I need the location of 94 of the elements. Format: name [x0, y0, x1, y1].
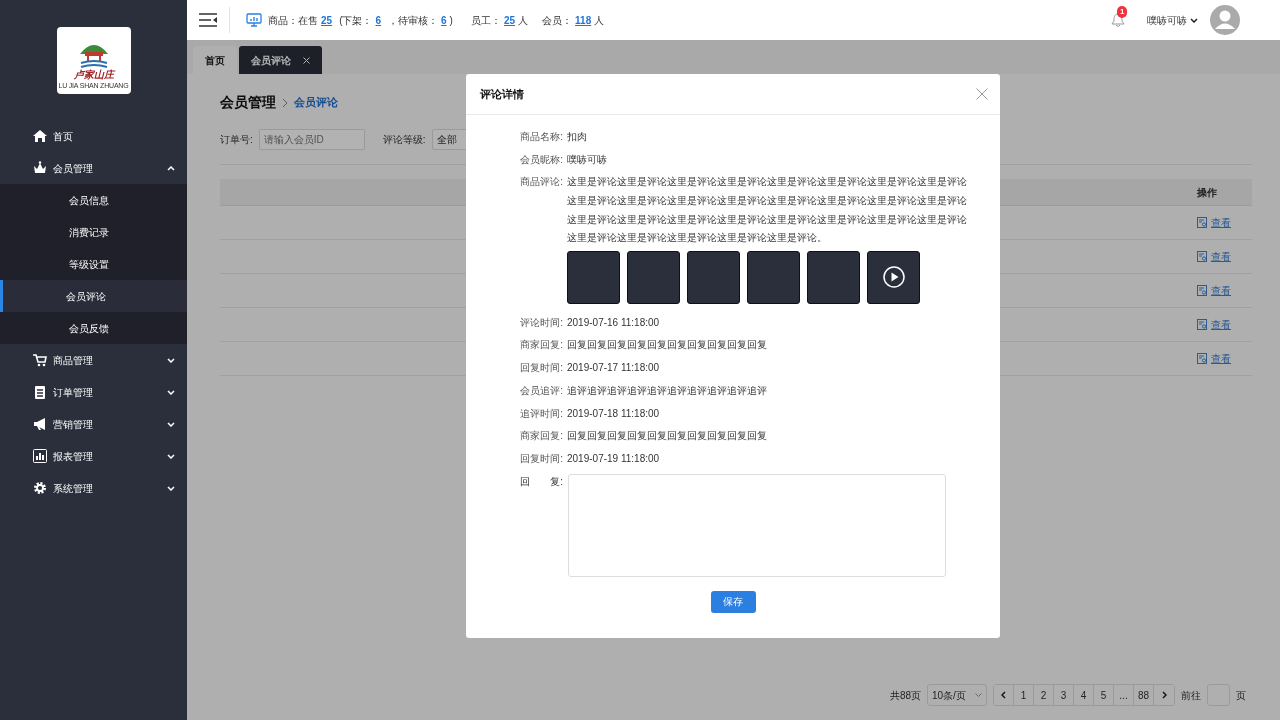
crown-icon: [33, 161, 47, 175]
field-value: 回复回复回复回复回复回复回复回复回复回复: [567, 430, 767, 442]
image-thumbnail[interactable]: [747, 250, 800, 304]
field-label: 追评时间:: [519, 406, 563, 421]
stat-label: 会员：: [542, 14, 573, 26]
avatar-icon: [1210, 5, 1240, 35]
tab[interactable]: 会员评论: [239, 46, 322, 74]
menu-item[interactable]: 系统管理: [0, 472, 187, 504]
stat-link[interactable]: 25: [503, 14, 516, 26]
goto-label: 前往: [1181, 688, 1201, 703]
stat-label: 商品：在售: [268, 14, 318, 26]
play-icon: [882, 266, 905, 289]
field-label: 回 复:: [519, 474, 563, 489]
document-search-icon: [1197, 251, 1208, 262]
field-label: 商品名称:: [519, 130, 563, 144]
field-label: 商家回复:: [519, 429, 563, 444]
field-label: 商品评论:: [519, 175, 563, 190]
document-search-icon: [1197, 319, 1208, 330]
user-name[interactable]: 噗哧可哧: [1147, 12, 1187, 28]
field-value: 2019-07-18 11:18:00: [567, 407, 660, 419]
menu-item[interactable]: 会员管理: [0, 152, 187, 184]
menu-item[interactable]: 订单管理: [0, 376, 187, 408]
field-value: 扣肉: [567, 131, 587, 142]
stat-link[interactable]: 6: [441, 14, 447, 26]
logo-title: 卢家山庄: [73, 70, 114, 80]
video-thumbnail[interactable]: [867, 250, 920, 304]
filter-label: 评论等级:: [382, 133, 426, 147]
stat-link[interactable]: 25: [321, 14, 333, 26]
field-value: 2019-07-16 11:18:00: [567, 316, 660, 328]
field-label: 会员追评:: [519, 383, 563, 398]
field-value: 2019-07-17 11:18:00: [567, 362, 660, 374]
close-icon: [976, 88, 988, 100]
field-label: 回复时间:: [519, 451, 563, 466]
menu-item[interactable]: 首页: [0, 120, 187, 152]
submenu-item[interactable]: 会员信息: [0, 184, 187, 216]
breadcrumb-link[interactable]: 会员评论: [294, 94, 338, 111]
menu-item[interactable]: 报表管理: [0, 440, 187, 472]
stat-suffix: 人: [594, 14, 605, 26]
document-search-icon: [1197, 217, 1208, 228]
chevron-right-icon: [282, 97, 288, 108]
field-value: 2019-07-19 11:18:00: [567, 452, 660, 464]
goto-suffix: 页: [1236, 688, 1246, 703]
stat-label: ，待审核：: [388, 14, 439, 26]
stat-suffix: 人: [518, 14, 529, 26]
bell-icon: [1111, 13, 1125, 29]
image-thumbnail[interactable]: [687, 250, 740, 304]
reply-field[interactable]: [568, 473, 946, 577]
comment-text: 这里是评论这里是评论这里是评论这里是评论这里是评论这里是评论这里是评论这里是评论这里是评论这里是评论这里是评论这里是评论这里是评论这里是评论这里是评论这里是评论这里是评论这里是评论这里是评论这里是评论这里是评论这里是评论这里是评论这里是评论这里是评论这里是评论这里是评论这里是评论这里是评论。: [567, 175, 968, 246]
stat-link[interactable]: 6: [375, 14, 382, 26]
submenu-item[interactable]: 消费记录: [0, 216, 187, 248]
field-value: 回复回复回复回复回复回复回复回复回复回复: [567, 339, 767, 351]
menu-item[interactable]: 营销管理: [0, 408, 187, 440]
field-label: 评论时间:: [519, 315, 563, 330]
cart-icon: [33, 353, 47, 367]
page-size-select[interactable]: 10条/页: [927, 684, 987, 706]
image-thumbnail[interactable]: [567, 250, 620, 304]
menu-icon: [199, 13, 217, 27]
submenu-item[interactable]: 等级设置: [0, 248, 187, 280]
field-value: 噗哧可哧: [567, 153, 607, 165]
field-label: 会员昵称:: [519, 152, 563, 167]
chevron-down-icon: [975, 693, 982, 697]
stat-label: (下架：: [339, 14, 373, 26]
stat-suffix: ): [449, 14, 453, 26]
home-icon: [33, 129, 47, 143]
chevron-left-icon: [1001, 691, 1006, 699]
column-header: 操作: [1197, 185, 1218, 200]
submenu-item[interactable]: 会员反馈: [0, 312, 187, 344]
notification-badge: 1: [1117, 5, 1128, 18]
document-search-icon: [1197, 285, 1208, 296]
field-label: 回复时间:: [519, 361, 563, 376]
image-thumbnail[interactable]: [807, 250, 860, 304]
field-label: 商家回复:: [519, 338, 563, 353]
gear-icon: [33, 481, 47, 495]
chevron-down-icon: [1190, 17, 1198, 23]
chart-icon: [33, 449, 47, 463]
monitor-chart-icon: [246, 13, 262, 27]
menu-item[interactable]: 商品管理: [0, 344, 187, 376]
image-thumbnail[interactable]: [627, 250, 680, 304]
previous-page-button[interactable]: [994, 685, 1014, 705]
field-value: 追评追评追评追评追评追评追评追评追评追评: [567, 384, 767, 396]
breadcrumb-item: 会员管理: [220, 93, 276, 112]
filter-label: 订单号:: [220, 133, 253, 147]
document-search-icon: [1197, 353, 1208, 364]
clipboard-icon: [33, 385, 47, 399]
page-total: 共88页: [889, 688, 921, 703]
dialog-title: 评论详情: [480, 86, 524, 102]
stat-label: 员工：: [470, 14, 501, 26]
megaphone-icon: [33, 417, 47, 431]
tab[interactable]: 首页: [193, 46, 237, 74]
stat-link[interactable]: 118: [575, 14, 592, 26]
chevron-right-icon: [1161, 691, 1167, 699]
save-button[interactable]: 保存: [710, 590, 756, 613]
submenu-item[interactable]: 会员评论: [0, 280, 187, 312]
order-number-field[interactable]: 请输入会员ID: [258, 129, 365, 150]
